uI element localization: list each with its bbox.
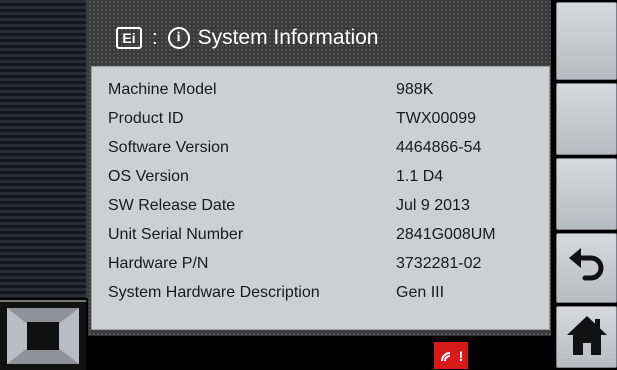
home-button[interactable] <box>556 306 617 368</box>
info-label: Unit Serial Number <box>108 226 244 243</box>
info-icon: i <box>167 27 190 49</box>
info-label: System Hardware Description <box>108 284 320 301</box>
left-nav-button[interactable] <box>0 300 86 370</box>
info-label: Machine Model <box>108 81 217 98</box>
info-label: Software Version <box>108 139 229 156</box>
info-label: SW Release Date <box>108 197 236 214</box>
info-value: 1.1 D4 <box>396 168 444 185</box>
home-icon <box>567 316 607 355</box>
page-header: Ei : i System Information <box>88 16 551 60</box>
info-value: 4464866-54 <box>396 139 482 156</box>
system-info-panel: Machine Model 988K Product ID TWX00099 S… <box>91 66 550 330</box>
info-row: Unit Serial Number 2841G008UM <box>108 226 538 252</box>
info-label: OS Version <box>108 168 189 185</box>
info-value: Gen III <box>396 284 445 301</box>
softkey-button-1[interactable] <box>556 2 617 80</box>
info-row: Software Version 4464866-54 <box>108 139 538 165</box>
status-bar: ! <box>88 335 551 369</box>
title-separator: : <box>152 26 158 49</box>
alert-badge[interactable]: ! <box>434 342 468 369</box>
info-value: 3732281-02 <box>396 255 482 272</box>
menu-info-icon: Ei <box>116 27 142 49</box>
info-label: Product ID <box>108 110 184 127</box>
info-label: Hardware P/N <box>108 255 209 272</box>
info-row: Product ID TWX00099 <box>108 110 538 136</box>
info-value: 2841G008UM <box>396 226 496 243</box>
cross-icon <box>7 308 79 364</box>
info-row: OS Version 1.1 D4 <box>108 168 538 194</box>
page-title: System Information <box>197 26 379 49</box>
info-row: Hardware P/N 3732281-02 <box>108 255 538 281</box>
alarm-horn-icon <box>440 351 450 361</box>
left-panel-strip <box>0 0 88 298</box>
info-value: Jul 9 2013 <box>396 197 470 214</box>
softkey-button-2[interactable] <box>556 83 617 155</box>
softkey-button-3[interactable] <box>556 158 617 230</box>
info-value: 988K <box>396 81 434 98</box>
back-arrow-icon <box>569 248 604 281</box>
info-row: System Hardware Description Gen III <box>108 284 538 310</box>
info-row: Machine Model 988K <box>108 81 538 107</box>
back-button[interactable] <box>556 233 617 303</box>
alert-mark: ! <box>458 347 464 364</box>
info-value: TWX00099 <box>396 110 477 127</box>
info-row: SW Release Date Jul 9 2013 <box>108 197 538 223</box>
